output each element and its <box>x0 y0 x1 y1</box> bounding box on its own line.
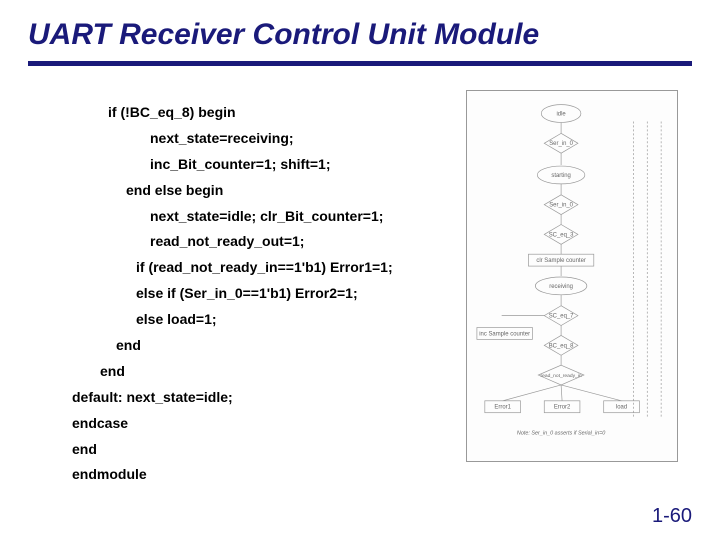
diagram-label: Error1 <box>494 405 511 411</box>
diagram-label: Error2 <box>554 405 571 411</box>
code-line: endmodule <box>72 462 452 488</box>
code-line: next_state=idle; clr_Bit_counter=1; <box>72 204 452 230</box>
diagram-note: Note: Ser_in_0 asserts if Serial_in=0 <box>517 430 605 436</box>
code-line: next_state=receiving; <box>72 126 452 152</box>
diagram-label: clr Sample counter <box>536 258 586 264</box>
code-line: if (!BC_eq_8) begin <box>72 100 452 126</box>
code-line: end <box>72 437 452 463</box>
state-diagram: idle Ser_in_0 starting Ser_in_0 SC_eq_3 … <box>466 90 678 462</box>
code-line: else load=1; <box>72 307 452 333</box>
code-line: default: next_state=idle; <box>72 385 452 411</box>
page-number: 1-60 <box>652 505 692 528</box>
code-line: endcase <box>72 411 452 437</box>
diagram-label: receiving <box>549 284 573 290</box>
diagram-label: Ser_in_0 <box>549 141 573 147</box>
code-line: if (read_not_ready_in==1'b1) Error1=1; <box>72 255 452 281</box>
code-line: end <box>72 333 452 359</box>
code-line: read_not_ready_out=1; <box>72 229 452 255</box>
diagram-label: SC_eq_3 <box>549 232 574 238</box>
page-title: UART Receiver Control Unit Module <box>28 18 692 51</box>
diagram-label: SC_eq_7 <box>549 314 574 320</box>
code-line: end <box>72 359 452 385</box>
diagram-label: Ser_in_0 <box>549 203 573 209</box>
diagram-label: starting <box>551 173 570 179</box>
code-block: if (!BC_eq_8) begin next_state=receiving… <box>72 100 452 488</box>
diagram-label: BC_eq_8 <box>549 343 574 349</box>
diagram-label: inc Sample counter <box>479 331 530 337</box>
code-line: end else begin <box>72 178 452 204</box>
code-line: else if (Ser_in_0==1'b1) Error2=1; <box>72 281 452 307</box>
diagram-label: load <box>616 405 627 411</box>
code-line: inc_Bit_counter=1; shift=1; <box>72 152 452 178</box>
diagram-label: read_not_ready_in <box>541 373 582 379</box>
title-divider <box>28 61 692 66</box>
diagram-label: idle <box>556 112 566 118</box>
